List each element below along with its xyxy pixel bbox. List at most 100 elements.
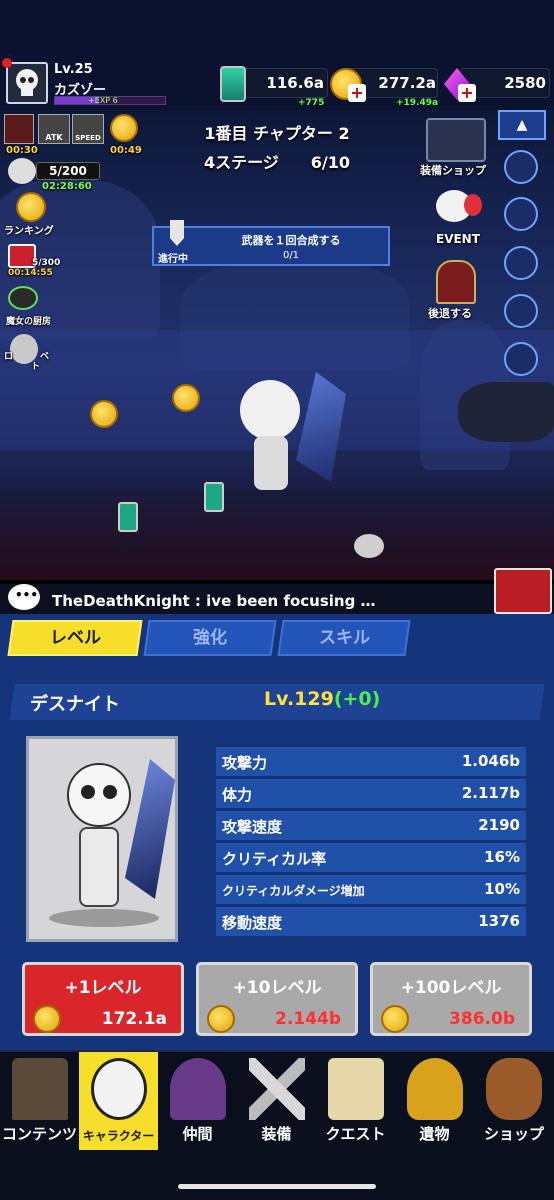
nav-equipment[interactable]: 装備 bbox=[237, 1052, 316, 1150]
witch-kitchen-label[interactable]: 魔女の厨房 bbox=[6, 314, 51, 327]
skull-buff-icon[interactable] bbox=[8, 158, 36, 184]
gear-icon[interactable] bbox=[504, 342, 538, 376]
chat-message[interactable]: TheDeathKnight : ive been focusing … bbox=[52, 592, 376, 610]
stat-row: クリティカルダメージ増加 10% bbox=[216, 875, 526, 904]
skull-icon bbox=[16, 69, 38, 96]
dropped-coin-1 bbox=[172, 384, 200, 412]
bat-enemy bbox=[458, 382, 554, 442]
retreat-door-icon[interactable] bbox=[436, 260, 476, 304]
stat-label: 攻撃速度 bbox=[222, 818, 283, 836]
home-indicator[interactable] bbox=[178, 1184, 376, 1189]
tab-level[interactable]: レベル bbox=[7, 620, 143, 656]
level-up-10-price: 2.144b bbox=[275, 1009, 341, 1029]
equipment-shop-label[interactable]: 装備ショップ bbox=[420, 162, 486, 178]
calendar-icon[interactable] bbox=[504, 150, 538, 184]
mission-icon[interactable] bbox=[504, 197, 538, 231]
stat-label: 体力 bbox=[222, 786, 253, 804]
ranking-icon[interactable] bbox=[16, 192, 46, 222]
roulette-label[interactable]: ロ ベ ト bbox=[4, 352, 49, 372]
kill-timer: 02:28:60 bbox=[42, 181, 92, 192]
buff-timer-1: 00:30 bbox=[6, 145, 38, 156]
chest-icon[interactable] bbox=[504, 294, 538, 328]
mail-icon[interactable] bbox=[504, 246, 538, 280]
stat-value: 2.117b bbox=[461, 784, 520, 802]
tab-enhance[interactable]: 強化 bbox=[143, 620, 277, 656]
dropped-battery-1 bbox=[204, 482, 224, 512]
skull-icon bbox=[91, 1058, 147, 1120]
player-character bbox=[240, 380, 300, 440]
add-gem-button[interactable]: + bbox=[458, 84, 476, 102]
tab-skill-label: スキル bbox=[318, 628, 370, 648]
character-portrait bbox=[26, 736, 178, 942]
dropped-coin-2 bbox=[90, 400, 118, 428]
stat-value: 1376 bbox=[478, 912, 520, 930]
chat-refresh-button[interactable] bbox=[494, 568, 552, 614]
nav-shop[interactable]: ショップ bbox=[474, 1052, 554, 1150]
buff-timer-2: 00:49 bbox=[110, 145, 142, 156]
home-bar bbox=[0, 1150, 554, 1200]
nav-companions-label: 仲間 bbox=[182, 1125, 213, 1143]
player-body bbox=[254, 436, 288, 490]
tab-skill[interactable]: スキル bbox=[277, 620, 411, 656]
stat-value: 10% bbox=[484, 880, 520, 898]
trophy-icon bbox=[407, 1058, 463, 1120]
portrait-body bbox=[79, 827, 119, 907]
character-name: デスナイト bbox=[30, 694, 120, 715]
exp-label: +EXP 6 bbox=[88, 96, 118, 105]
stat-row: 攻撃力 1.046b bbox=[216, 747, 526, 776]
speed-buff[interactable]: SPEED bbox=[72, 114, 104, 144]
equipment-shop-icon[interactable] bbox=[426, 118, 486, 162]
witch-icon bbox=[170, 1058, 226, 1120]
portrait-skull bbox=[67, 763, 131, 827]
retreat-label[interactable]: 後退する bbox=[428, 305, 472, 321]
portrait-shadow bbox=[49, 909, 159, 927]
battery-icon bbox=[220, 66, 246, 102]
stat-label: 攻撃力 bbox=[222, 754, 268, 772]
castle-icon bbox=[12, 1058, 68, 1120]
notification-dot bbox=[2, 58, 12, 68]
portrait-eye-right bbox=[103, 785, 117, 799]
level-up-100-button[interactable]: +100レベル 386.0b bbox=[370, 962, 532, 1036]
skull-decoration bbox=[354, 534, 384, 558]
nav-contents[interactable]: コンテンツ bbox=[0, 1052, 79, 1150]
ranking-label[interactable]: ランキング bbox=[4, 222, 54, 237]
stat-value: 16% bbox=[484, 848, 520, 866]
balloon-icon bbox=[464, 194, 482, 216]
character-level: Lv.129(+0) bbox=[264, 688, 380, 710]
character-level-value: Lv.129 bbox=[264, 688, 334, 710]
atk-buff[interactable]: ATK bbox=[38, 114, 70, 144]
chat-icon[interactable]: ••• bbox=[8, 584, 40, 610]
cauldron-icon[interactable] bbox=[8, 286, 38, 310]
gold-value: 277.2a bbox=[378, 74, 436, 92]
event-label[interactable]: EVENT bbox=[436, 232, 480, 246]
nav-quest[interactable]: クエスト bbox=[316, 1052, 395, 1150]
video-count: 5/300 bbox=[32, 258, 61, 268]
quest-status: 進行中 bbox=[158, 254, 188, 265]
level-up-10-button[interactable]: +10レベル 2.144b bbox=[196, 962, 358, 1036]
nav-shop-label: ショップ bbox=[483, 1125, 544, 1143]
gold-buff-icon[interactable] bbox=[110, 114, 138, 142]
collapse-menu-button[interactable]: ▲ bbox=[498, 110, 546, 140]
quest-box[interactable]: 武器を１回合成する 0/1 進行中 bbox=[152, 220, 390, 266]
stat-row: 体力 2.117b bbox=[216, 779, 526, 808]
nav-character[interactable]: キャラクター bbox=[79, 1052, 158, 1150]
level-up-1-button[interactable]: +1レベル 172.1a bbox=[22, 962, 184, 1036]
portrait-sword-icon bbox=[125, 759, 175, 899]
quest-progress: 0/1 bbox=[282, 250, 300, 261]
nav-relics-label: 遺物 bbox=[419, 1125, 450, 1143]
buff-icon-1[interactable] bbox=[4, 114, 34, 144]
character-level-bonus: (+0) bbox=[333, 688, 381, 710]
stat-row: 攻撃速度 2190 bbox=[216, 811, 526, 840]
stat-value: 1.046b bbox=[461, 752, 520, 770]
tab-level-label: レベル bbox=[49, 628, 101, 648]
nav-relics[interactable]: 遺物 bbox=[395, 1052, 474, 1150]
coin-icon bbox=[33, 1005, 61, 1033]
player-avatar[interactable] bbox=[6, 62, 48, 104]
nav-character-label: キャラクター bbox=[82, 1129, 155, 1143]
crossed-swords-icon bbox=[249, 1058, 305, 1120]
quest-title: 武器を１回合成する bbox=[241, 234, 341, 247]
level-up-10-label: +10レベル bbox=[232, 978, 322, 998]
stat-label: 移動速度 bbox=[222, 914, 283, 932]
video-timer: 00:14:55 bbox=[8, 268, 53, 278]
nav-companions[interactable]: 仲間 bbox=[158, 1052, 237, 1150]
